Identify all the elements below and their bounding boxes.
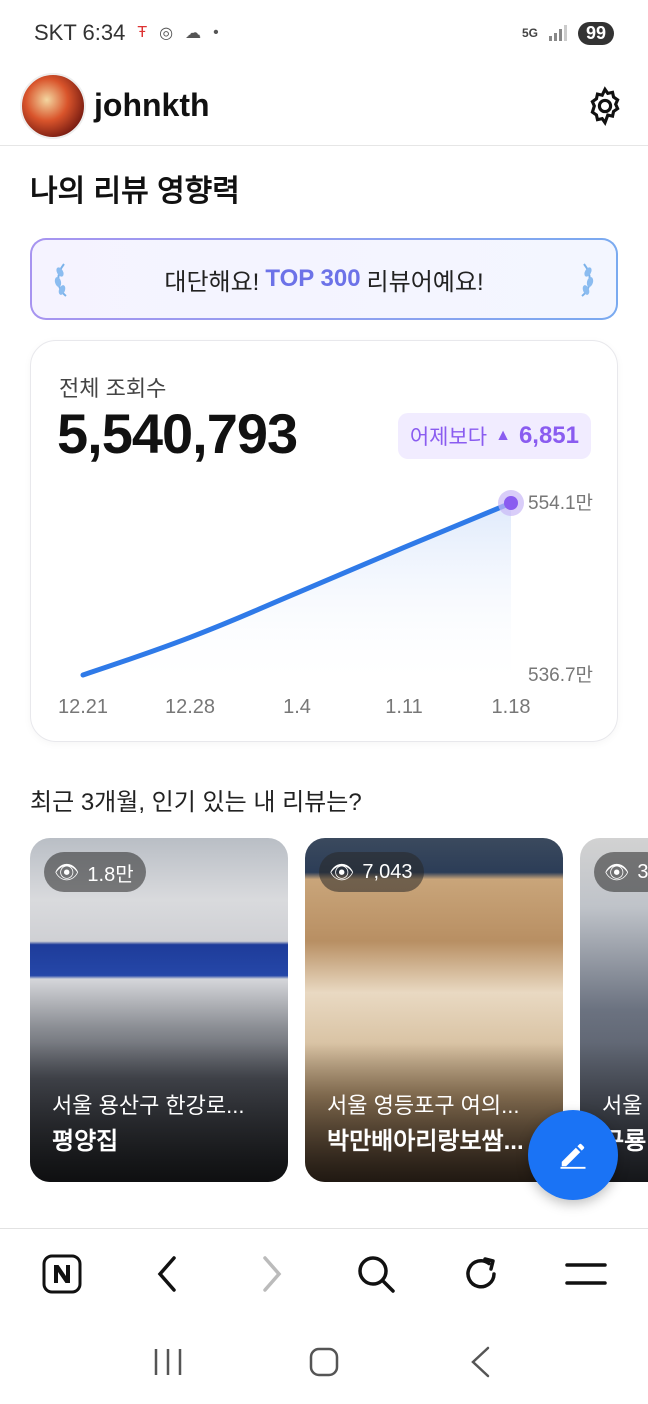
review-location: 서울 [602,1093,643,1118]
review-location: 서울 용산구 한강로... [52,1093,245,1118]
gear-icon [590,85,620,126]
battery-indicator: 99 [577,21,614,45]
review-place-name: 박만배아리랑보쌈... [327,1128,524,1155]
x-tick-label: 1.11 [385,696,422,718]
browser-toolbar [0,1228,648,1318]
system-back-button[interactable] [450,1332,510,1392]
delta-value: 6,851 [518,422,579,449]
menu-button[interactable] [556,1244,616,1304]
page-title: 나의 리뷰 영향력 [30,175,240,208]
reload-icon [466,1256,496,1288]
top-reviewer-banner: 대단해요! TOP 300 리뷰어예요! [30,238,618,320]
eye-icon: 👁 [329,861,355,884]
review-place-name: 평양집 [52,1128,119,1155]
forward-icon [262,1255,281,1292]
x-tick-label: 12.21 [58,696,108,718]
view-count-badge: 👁 3, [594,852,648,892]
forward-button[interactable] [242,1244,302,1304]
delta-label: 어제보다 [409,426,488,449]
total-views-value: 5,540,793 [57,402,298,465]
reload-button[interactable] [451,1244,511,1304]
back-icon [471,1346,490,1378]
search-button[interactable] [346,1244,406,1304]
total-views-label: 전체 조회수 [59,376,167,401]
menu-icon [564,1262,607,1285]
eye-icon: 👁 [604,861,630,884]
views-line-chart: 554.1만 536.7만 12.21 12.28 1.4 1.11 1.18 [58,490,593,718]
recents-icon [154,1349,182,1375]
laurel-left-icon [54,263,67,297]
system-navigation-bar [0,1320,648,1404]
popular-reviews-title: 최근 3개월, 인기 있는 내 리뷰는? [30,789,362,816]
network-indicator: 5G [521,25,538,40]
view-count-badge: 👁 7,043 [319,852,425,892]
naver-home-button[interactable] [32,1244,92,1304]
up-arrow-icon: ▲ [495,427,511,444]
review-card[interactable]: 👁 7,043 서울 영등포구 여의... 박만배아리랑보쌈... [305,838,563,1182]
delta-badge: 어제보다 ▲ 6,851 [397,413,591,459]
dot-icon: • [213,24,219,41]
cloud-icon: ☁ [185,25,202,42]
status-bar: SKT 6:34 Ŧ ◎ ☁ • 5G 99 [0,0,648,66]
carrier-time: SKT 6:34 [34,20,126,45]
review-location: 서울 영등포구 여의... [327,1093,520,1118]
view-count: 1.8만 [87,863,134,886]
y-max-label: 554.1만 [528,492,593,514]
x-tick-label: 1.18 [492,696,531,718]
username: johnkth [94,87,210,123]
view-count: 7,043 [362,860,413,883]
chart-end-dot [504,496,518,510]
laurel-right-icon [581,263,594,297]
profile-header: johnkth [0,66,648,146]
eye-icon: 👁 [54,861,80,884]
recents-button[interactable] [138,1332,198,1392]
back-icon [157,1255,176,1292]
tmap-icon: Ŧ [137,24,148,41]
avatar[interactable] [20,72,86,139]
write-review-button[interactable] [528,1110,618,1200]
pencil-icon [560,1143,586,1169]
banner-highlight: TOP 300 [265,265,361,292]
search-icon [358,1255,396,1293]
view-count-badge: 👁 1.8만 [44,852,146,892]
signal-icon [548,25,567,41]
y-min-label: 536.7만 [528,664,593,686]
view-count: 3, [637,860,648,883]
banner-prefix: 대단해요! [164,268,260,296]
home-icon [309,1347,339,1377]
review-card[interactable]: 👁 1.8만 서울 용산구 한강로... 평양집 [30,838,288,1182]
naver-icon [42,1254,82,1293]
home-button[interactable] [294,1332,354,1392]
x-tick-label: 12.28 [165,696,215,718]
banner-suffix: 리뷰어예요! [366,268,484,296]
back-button[interactable] [137,1244,197,1304]
x-axis-ticks: 12.21 12.28 1.4 1.11 1.18 [58,696,531,718]
chrome-icon: ◎ [159,25,174,42]
x-tick-label: 1.4 [283,696,311,718]
views-card: 전체 조회수 5,540,793 어제보다 ▲ 6,851 554.1만 536… [30,340,618,742]
settings-button[interactable] [582,83,628,129]
